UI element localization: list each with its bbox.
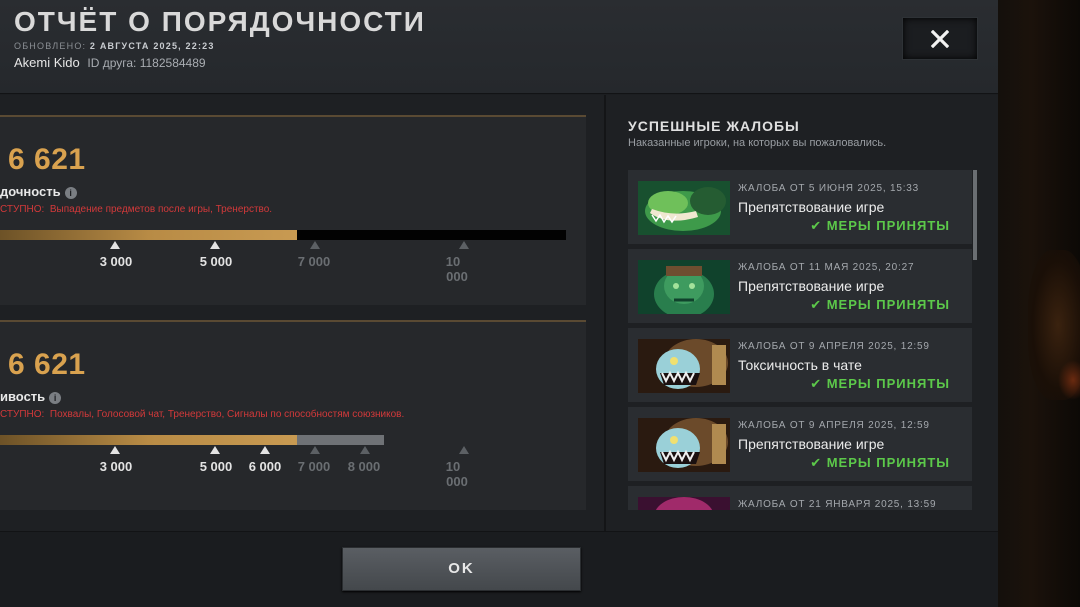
report-reason: Препятствование игре	[738, 436, 885, 452]
behavior-score-card: 6 621 дочность i СТУПНО: Выпадение предме…	[0, 115, 586, 305]
threshold-label: 7 000	[297, 254, 331, 269]
username: Akemi Kido	[14, 55, 80, 70]
report-item[interactable]: ЖАЛОБА ОТ 9 АПРЕЛЯ 2025, 12:59 Препятств…	[628, 407, 972, 481]
threshold-marker	[210, 446, 220, 454]
threshold-label: 6 000	[248, 459, 282, 474]
threshold-marker	[459, 241, 469, 249]
report-date: ЖАЛОБА ОТ 21 ЯНВАРЯ 2025, 13:59	[738, 499, 937, 510]
reports-title: УСПЕШНЫЕ ЖАЛОБЫ	[628, 118, 800, 134]
threshold-label: 7 000	[297, 459, 331, 474]
updated-label: ОБНОВЛЕНО:	[14, 41, 87, 51]
dialog-header: ОТЧЁТ О ПОРЯДОЧНОСТИ ОБНОВЛЕНО: 2 АВГУСТ…	[0, 0, 998, 94]
report-reason: Токсичность в чате	[738, 357, 862, 373]
threshold-label: 000	[446, 269, 468, 284]
threshold-label: 3 000	[99, 459, 133, 474]
reports-scrollbar[interactable]	[972, 170, 978, 510]
friend-id-label: ID друга:	[87, 56, 137, 70]
behavior-label-text: дочность	[0, 184, 61, 199]
report-status-text: МЕРЫ ПРИНЯТЫ	[826, 376, 950, 391]
report-date: ЖАЛОБА ОТ 9 АПРЕЛЯ 2025, 12:59	[738, 420, 930, 431]
slark-portrait-icon	[638, 418, 730, 472]
threshold-label: 10	[445, 254, 461, 269]
report-item[interactable]: ЖАЛОБА ОТ 11 МАЯ 2025, 20:27 Препятствов…	[628, 249, 972, 323]
slark-portrait-icon	[638, 339, 730, 393]
threshold-marker	[360, 446, 370, 454]
report-reason: Препятствование игре	[738, 199, 885, 215]
report-date: ЖАЛОБА ОТ 9 АПРЕЛЯ 2025, 12:59	[738, 341, 930, 352]
updated-value: 2 АВГУСТА 2025, 22:23	[89, 41, 215, 51]
communication-score: 6 621	[8, 348, 86, 381]
unavailable-prefix: СТУПНО:	[0, 409, 45, 420]
threshold-marker	[310, 241, 320, 249]
report-item[interactable]: ЖАЛОБА ОТ 9 АПРЕЛЯ 2025, 12:59 Токсичнос…	[628, 328, 972, 402]
close-button[interactable]	[902, 17, 978, 60]
communication-label-text: ивость	[0, 389, 46, 404]
report-item[interactable]: ЖАЛОБА ОТ 21 ЯНВАРЯ 2025, 13:59	[628, 486, 972, 510]
threshold-label: 000	[446, 474, 468, 489]
report-status: ✔ МЕРЫ ПРИНЯТЫ	[810, 297, 950, 313]
communication-score-label: ивость i	[0, 389, 62, 404]
report-item[interactable]: ЖАЛОБА ОТ 5 ИЮНЯ 2025, 15:33 Препятствов…	[628, 170, 972, 244]
checkmark-icon: ✔	[810, 376, 823, 391]
threshold-label: 10	[445, 459, 461, 474]
tidehunter-portrait-icon	[638, 181, 730, 235]
report-reason: Препятствование игре	[738, 278, 885, 294]
report-date: ЖАЛОБА ОТ 11 МАЯ 2025, 20:27	[738, 262, 915, 273]
unavailable-features: СТУПНО: Выпадение предметов после игры, …	[0, 204, 272, 215]
report-status: ✔ МЕРЫ ПРИНЯТЫ	[810, 455, 950, 471]
conduct-scores-area: 6 621 дочность i СТУПНО: Выпадение предме…	[0, 95, 604, 531]
threshold-marker	[110, 446, 120, 454]
checkmark-icon: ✔	[810, 297, 823, 312]
user-info: Akemi Kido ID друга: 1182584489	[14, 55, 206, 70]
communication-score-card: 6 621 ивость i СТУПНО: Похвалы, Голосовой…	[0, 320, 586, 510]
info-icon[interactable]: i	[49, 391, 62, 404]
report-status-text: МЕРЫ ПРИНЯТЫ	[826, 218, 950, 233]
report-status-text: МЕРЫ ПРИНЯТЫ	[826, 455, 950, 470]
threshold-label: 5 000	[199, 459, 233, 474]
threshold-marker	[310, 446, 320, 454]
unavailable-prefix: СТУПНО:	[0, 204, 45, 215]
threshold-marker	[210, 241, 220, 249]
threshold-marker	[260, 446, 270, 454]
close-icon	[931, 29, 949, 48]
report-status-text: МЕРЫ ПРИНЯТЫ	[826, 297, 950, 312]
background-scene	[998, 0, 1080, 607]
updated-timestamp: ОБНОВЛЕНО: 2 АВГУСТА 2025, 22:23	[14, 41, 215, 51]
score-progress-fill	[0, 435, 297, 445]
behavior-score: 6 621	[8, 143, 86, 176]
threshold-marker	[110, 241, 120, 249]
threshold-marker	[459, 446, 469, 454]
info-icon[interactable]: i	[64, 186, 77, 199]
conduct-report-dialog: ОТЧЁТ О ПОРЯДОЧНОСТИ ОБНОВЛЕНО: 2 АВГУСТ…	[0, 0, 998, 607]
page-title: ОТЧЁТ О ПОРЯДОЧНОСТИ	[14, 6, 426, 37]
reports-subtitle: Наказанные игроки, на которых вы пожалов…	[628, 137, 887, 149]
threshold-label: 3 000	[99, 254, 133, 269]
score-progress-fill	[0, 230, 297, 240]
behavior-score-label: дочность i	[0, 184, 77, 199]
report-status: ✔ МЕРЫ ПРИНЯТЫ	[810, 376, 950, 392]
ok-button[interactable]: OK	[342, 547, 581, 591]
unavailable-features: СТУПНО: Похвалы, Голосовой чат, Тренерст…	[0, 409, 404, 420]
unavailable-text: Похвалы, Голосовой чат, Тренерство, Сигн…	[49, 409, 405, 420]
hero-portrait-icon	[638, 497, 730, 510]
threshold-label: 8 000	[347, 459, 381, 474]
reports-list[interactable]: ЖАЛОБА ОТ 5 ИЮНЯ 2025, 15:33 Препятствов…	[628, 170, 972, 510]
scrollbar-thumb[interactable]	[973, 170, 977, 260]
report-date: ЖАЛОБА ОТ 5 ИЮНЯ 2025, 15:33	[738, 183, 919, 194]
successful-reports-panel: УСПЕШНЫЕ ЖАЛОБЫ Наказанные игроки, на ко…	[606, 95, 998, 531]
dialog-footer: OK	[0, 531, 998, 607]
background-glow	[1058, 360, 1080, 400]
checkmark-icon: ✔	[810, 218, 823, 233]
report-status: ✔ МЕРЫ ПРИНЯТЫ	[810, 218, 950, 234]
unavailable-text: Выпадение предметов после игры, Тренерст…	[49, 204, 273, 215]
undying-portrait-icon	[638, 260, 730, 314]
friend-id-value: 1182584489	[139, 56, 206, 70]
threshold-label: 5 000	[199, 254, 233, 269]
checkmark-icon: ✔	[810, 455, 823, 470]
friend-id: ID друга: 1182584489	[87, 56, 205, 70]
